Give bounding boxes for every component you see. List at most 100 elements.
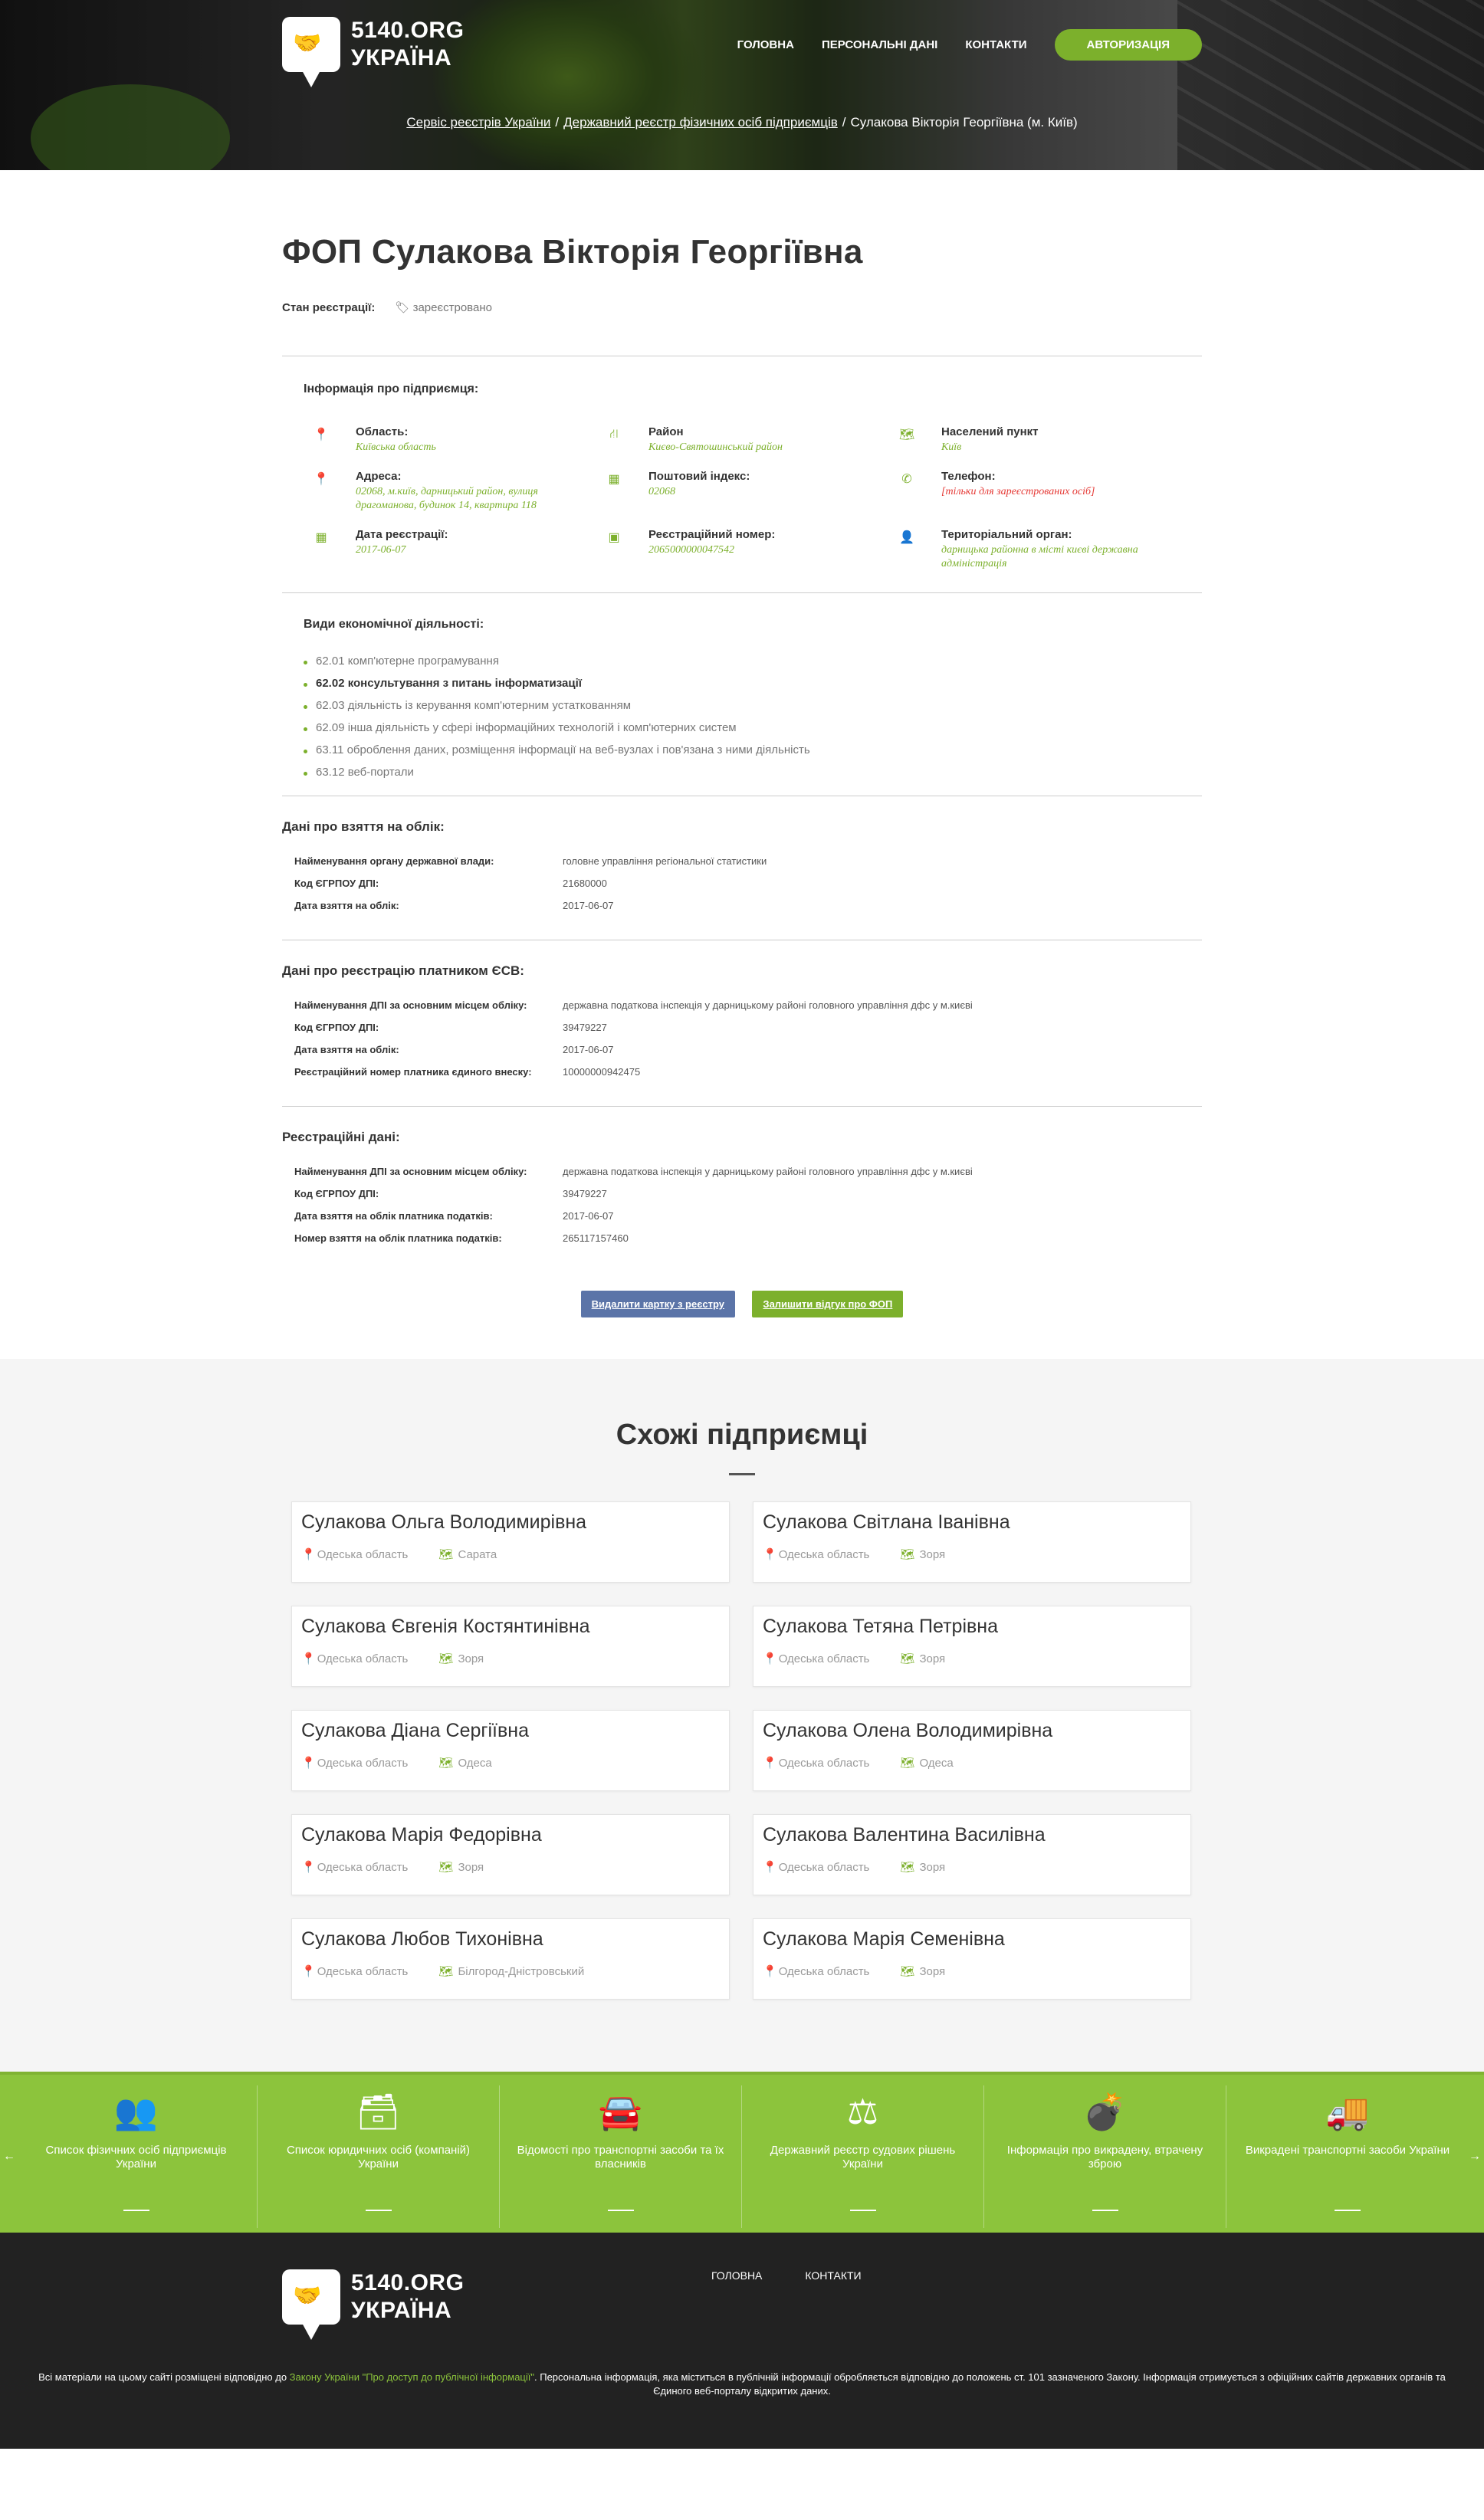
similar-region: Одеська область [778,1756,870,1770]
user-icon: 👤 [899,531,914,544]
similar-name[interactable]: Сулакова Тетяна Петрівна [763,1616,1181,1638]
stat-registration: Дані про взяття на облік: Найменування о… [282,796,1202,912]
registry-link-label: Викрадені транспортні засоби України [1245,2144,1450,2157]
kved-item: 63.11 оброблення даних, розміщення інфор… [304,743,1180,756]
registry-link[interactable]: 🗃 Список юридичних осіб (компаній) Україн… [258,2085,500,2228]
similar-meta: 📍 Одеська область 🗺 Зоря [763,1964,1181,1979]
registry-link[interactable]: 🚚 Викрадені транспортні засоби України [1226,2085,1469,2228]
similar-region: Одеська область [317,1756,409,1770]
stat-title: Дані про взяття на облік: [282,819,445,834]
registry-link[interactable]: 👥 Список фізичних осіб підприємців Україн… [15,2085,258,2228]
similar-card[interactable]: Сулакова Діана Сергіївна 📍 Одеська область… [291,1710,730,1791]
footer-nav-home[interactable]: ГОЛОВНА [711,2269,762,2282]
similar-card[interactable]: Сулакова Марія Семенівна 📍 Одеська область… [753,1918,1191,2000]
law-link[interactable]: Закону України "Про доступ до публічної … [290,2371,534,2383]
car-icon: 🚘 [598,2092,643,2131]
table-row: Код ЄГРПОУ ДПІ: 21680000 [294,878,607,889]
phone-icon: ✆ [901,473,912,486]
page-title: ФОП Сулакова Вікторія Георгіївна [282,233,863,271]
registry-link-label: Список юридичних осіб (компаній) України [286,2144,471,2171]
people-icon: 👥 [113,2092,159,2131]
similar-card[interactable]: Сулакова Валентина Василівна 📍 Одеська обл… [753,1814,1191,1895]
similar-name[interactable]: Сулакова Валентина Василівна [763,1824,1181,1846]
similar-card[interactable]: Сулакова Тетяна Петрівна 📍 Одеська область… [753,1606,1191,1687]
table-row: Номер взяття на облік платника податків:… [294,1232,629,1244]
registry-link[interactable]: 🚘 Відомості про транспортні засоби та їх … [500,2085,742,2228]
similar-meta: 📍 Одеська область 🗺 Зоря [763,1547,1181,1562]
footer-nav-contacts[interactable]: КОНТАКТИ [805,2269,861,2282]
table-row: Реєстраційний номер платника єдиного вне… [294,1066,641,1078]
site-logo[interactable]: 🤝 5140.ORG УКРАЇНА [282,17,464,90]
similar-city: Зоря [458,1652,484,1665]
breadcrumb-fop-registry[interactable]: Державний реєстр фізичних осіб підприємц… [563,115,838,130]
archive-icon: 🗃 [356,2092,401,2131]
pin-icon: 📍 [301,1548,316,1561]
similar-name[interactable]: Сулакова Діана Сергіївна [301,1720,720,1742]
similar-meta: 📍 Одеська область 🗺 Білгород-Дністровський [301,1964,720,1979]
nav-personal-data[interactable]: ПЕРСОНАЛЬНІ ДАНІ [822,38,937,51]
footer-logo[interactable]: 🤝 5140.ORG УКРАЇНА [282,2269,464,2343]
table-row: Код ЄГРПОУ ДПІ: 39479227 [294,1188,607,1199]
nav-contacts[interactable]: КОНТАКТИ [965,38,1026,51]
similar-name[interactable]: Сулакова Марія Семенівна [763,1928,1181,1951]
registry-underline [365,2210,392,2211]
logo-line1: 5140.ORG [351,18,465,43]
similar-card[interactable]: Сулакова Олена Володимирівна 📍 Одеська обл… [753,1710,1191,1791]
signpost-icon: ⛙ [609,428,619,441]
map-icon: 🗺 [438,1861,454,1874]
similar-name[interactable]: Сулакова Ольга Володимирівна [301,1511,720,1534]
similar-card[interactable]: Сулакова Світлана Іванівна 📍 Одеська облас… [753,1501,1191,1583]
similar-city: Зоря [458,1860,484,1874]
similar-name[interactable]: Сулакова Любов Тихонівна [301,1928,720,1951]
delete-card-button[interactable]: Видалити картку з реєстру [580,1291,735,1317]
similar-card[interactable]: Сулакова Ольга Володимирівна 📍 Одеська обл… [291,1501,730,1583]
calendar-icon: ▦ [608,473,620,486]
registry-link[interactable]: 💣 Інформація про викрадену, втрачену збро… [984,2085,1226,2228]
scales-icon: ⚖ [846,2092,879,2131]
registries-band: ← → 👥 Список фізичних осіб підприємців Ук… [0,2072,1484,2233]
similar-city: Білгород-Дністровський [458,1964,585,1978]
registry-link-label: Інформація про викрадену, втрачену зброю [1006,2144,1203,2171]
similar-card[interactable]: Сулакова Євгенія Костянтинівна 📍 Одеська о… [291,1606,730,1687]
nav-home[interactable]: ГОЛОВНА [737,38,794,51]
registry-underline [607,2210,634,2211]
kved-item: 62.01 комп'ютерне програмування [304,655,1180,668]
info-locality: 🗺 Населений пункт Київ [898,425,1039,453]
registration-status: Стан реєстрації: 🏷 зареєстровано [282,300,1202,315]
kved-item: 63.12 веб-портали [304,766,1180,779]
similar-name[interactable]: Сулакова Марія Федорівна [301,1824,720,1846]
registration-data: Реєстраційні дані: Найменування ДПІ за о… [282,1107,1202,1245]
leave-review-button[interactable]: Залишити відгук про ФОП [752,1291,904,1317]
footer: 🤝 5140.ORG УКРАЇНА ГОЛОВНА КОНТАКТИ Всі … [0,2233,1484,2449]
similar-name[interactable]: Сулакова Світлана Іванівна [763,1511,1181,1534]
info-phone: ✆ Телефон: [тільки для зареєстрованих осіб… [889,470,1182,513]
table-row: Дата взяття на облік: 2017-06-07 [294,900,614,911]
action-buttons: Видалити картку з реєстру Залишити відгу… [282,1291,1202,1348]
similar-meta: 📍 Одеська область 🗺 Зоря [301,1652,720,1666]
map-icon: 🗺 [900,1652,915,1665]
similar-region: Одеська область [778,1652,870,1665]
breadcrumb-registries[interactable]: Сервіс реєстрів України [406,115,550,130]
table-row: Код ЄГРПОУ ДПІ: 39479227 [294,1022,607,1033]
title-underline [729,1473,755,1475]
similar-card[interactable]: Сулакова Марія Федорівна 📍 Одеська область… [291,1814,730,1895]
similar-card[interactable]: Сулакова Любов Тихонівна 📍 Одеська область… [291,1918,730,2000]
arrow-left-icon[interactable]: ← [3,2150,15,2164]
similar-meta: 📍 Одеська область 🗺 Одеса [763,1756,1181,1770]
map-icon: 🗺 [900,1757,915,1770]
map-icon: 🗺 [438,1548,454,1561]
footer-nav: ГОЛОВНА КОНТАКТИ [711,2269,905,2282]
similar-name[interactable]: Сулакова Олена Володимирівна [763,1720,1181,1742]
registry-link[interactable]: ⚖ Державний реєстр судових рішень України [742,2085,984,2228]
table-row: Найменування ДПІ за основним місцем облі… [294,999,973,1011]
auth-button[interactable]: АВТОРИЗАЦІЯ [1054,29,1202,61]
pin-icon: 📍 [763,1757,777,1770]
pin-icon: 📍 [301,1652,316,1665]
map-icon: 🗺 [438,1652,454,1665]
grid-icon: ▣ [608,531,620,544]
similar-name[interactable]: Сулакова Євгенія Костянтинівна [301,1616,720,1638]
registry-link-label: Відомості про транспортні засоби та їх в… [517,2144,724,2171]
pin-icon: 📍 [763,1861,777,1874]
breadcrumb: Сервіс реєстрів України / Державний реєстр… [406,115,1078,130]
arrow-right-icon[interactable]: → [1469,2150,1481,2164]
